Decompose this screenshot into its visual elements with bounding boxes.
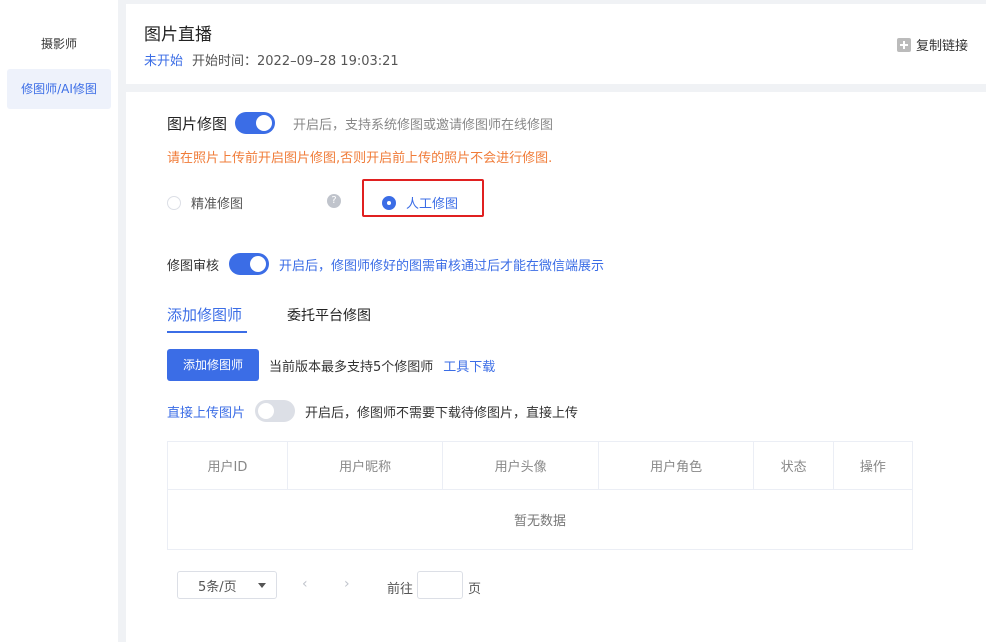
chevron-down-icon — [258, 582, 266, 588]
review-label: 修图审核 — [167, 258, 220, 274]
copy-icon — [896, 37, 911, 52]
page-label: 页 — [468, 582, 482, 597]
direct-upload-desc: 开启后，修图师不需要下载待修图片，直接上传 — [305, 405, 579, 421]
retouch-warning: 请在照片上传前开启图片修图,否则开启前上传的照片不会进行修图. — [167, 151, 553, 166]
page-header: 图片直播 未开始 开始时间：2022–09–28 19:03:21 复制链接 — [126, 4, 986, 84]
retoucher-limit-note: 当前版本最多支持5个修图师 — [269, 359, 434, 375]
review-switch-knob — [250, 256, 267, 272]
status-label: 未开始 — [144, 54, 184, 69]
retoucher-table: 用户ID 用户昵称 用户头像 用户角色 状态 操作 暂无数据 — [167, 441, 914, 550]
radio-precise-label: 精准修图 — [191, 197, 244, 212]
tab-add-retoucher[interactable]: 添加修图师 — [167, 304, 242, 325]
review-switch[interactable] — [229, 253, 270, 275]
column-nickname: 用户昵称 — [286, 441, 444, 490]
retouch-label: 图片修图 — [167, 114, 228, 133]
direct-upload-switch[interactable] — [255, 400, 296, 422]
tab-active-underline — [167, 331, 247, 333]
page-title: 图片直播 — [144, 25, 212, 45]
retouch-desc: 开启后，支持系统修图或邀请修图师在线修图 — [293, 117, 554, 133]
radio-manual-label: 人工修图 — [406, 197, 459, 212]
sidebar-item-photographer[interactable]: 摄影师 — [0, 30, 118, 58]
prev-page-icon[interactable]: ‹ — [302, 576, 308, 592]
direct-upload-switch-knob — [258, 403, 275, 419]
tool-download-link[interactable]: 工具下载 — [443, 356, 495, 375]
column-avatar: 用户头像 — [442, 441, 599, 490]
column-status: 状态 — [753, 441, 834, 490]
goto-label: 前往 — [387, 582, 414, 597]
page-size-select[interactable]: 5条/页 — [177, 571, 277, 599]
main-content: 图片修图 开启后，支持系统修图或邀请修图师在线修图 请在照片上传前开启图片修图,… — [126, 92, 986, 642]
sidebar-divider — [118, 0, 126, 642]
direct-upload-label: 直接上传图片 — [167, 405, 246, 421]
review-desc: 开启后，修图师修好的图需审核通过后才能在微信端展示 — [279, 258, 605, 274]
empty-text: 暂无数据 — [167, 489, 913, 550]
page-size-value: 5条/页 — [198, 579, 237, 595]
start-time-label: 开始时间：2022–09–28 19:03:21 — [192, 54, 399, 69]
column-user-id: 用户ID — [167, 441, 288, 490]
column-role: 用户角色 — [597, 441, 755, 490]
goto-page-input[interactable] — [417, 571, 463, 599]
retouch-switch-knob — [256, 115, 273, 131]
sidebar-item-retoucher[interactable]: 修图师/AI修图 — [7, 69, 111, 109]
copy-link-button[interactable]: 复制链接 — [896, 35, 968, 54]
column-actions: 操作 — [832, 441, 914, 490]
add-retoucher-button[interactable]: 添加修图师 — [167, 349, 260, 381]
table-header-row: 用户ID 用户昵称 用户头像 用户角色 状态 操作 — [167, 441, 914, 490]
copy-link-label: 复制链接 — [915, 39, 968, 54]
help-icon[interactable]: ? — [327, 194, 341, 208]
tab-platform-retouch[interactable]: 委托平台修图 — [287, 305, 371, 325]
next-page-icon[interactable]: › — [344, 576, 350, 592]
radio-manual[interactable] — [382, 195, 396, 210]
retouch-switch[interactable] — [235, 112, 276, 134]
table-empty-row: 暂无数据 — [167, 489, 913, 550]
radio-precise[interactable] — [167, 195, 181, 210]
sidebar: 摄影师 修图师/AI修图 — [0, 0, 118, 642]
